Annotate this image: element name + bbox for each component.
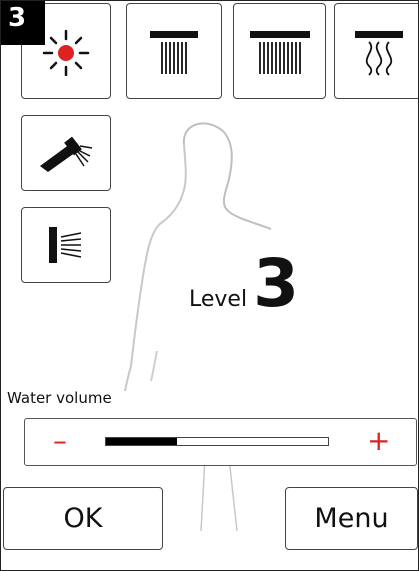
- sun-icon: [42, 29, 90, 76]
- screen-number-badge: 3: [1, 1, 45, 45]
- level-value: 3: [253, 245, 300, 322]
- rain-shower-wide-icon: [249, 31, 310, 74]
- mode-button-hand-shower[interactable]: [21, 115, 111, 191]
- water-volume-control: – +: [24, 418, 417, 466]
- water-volume-label: Water volume: [7, 389, 112, 407]
- rain-shower-narrow-icon: [150, 31, 198, 74]
- menu-button[interactable]: Menu: [285, 487, 418, 550]
- massage-shower-icon: [355, 31, 403, 76]
- volume-decrease-button[interactable]: –: [53, 427, 67, 455]
- water-volume-slider[interactable]: [105, 437, 329, 446]
- water-volume-fill: [106, 438, 178, 445]
- mode-button-side-jet[interactable]: [21, 207, 111, 283]
- ok-button[interactable]: OK: [3, 487, 163, 550]
- mode-button-rain-narrow[interactable]: [126, 3, 222, 99]
- shower-control-screen: 3 Level 3 Water volume – + OK Menu: [0, 0, 419, 571]
- side-jet-icon: [49, 227, 82, 263]
- level-label: Level: [189, 287, 248, 312]
- mode-button-rain-wide[interactable]: [233, 3, 326, 99]
- mode-button-massage[interactable]: [334, 3, 418, 99]
- volume-increase-button[interactable]: +: [367, 427, 390, 455]
- hand-shower-icon: [40, 136, 93, 172]
- level-display: Level 3: [189, 251, 299, 317]
